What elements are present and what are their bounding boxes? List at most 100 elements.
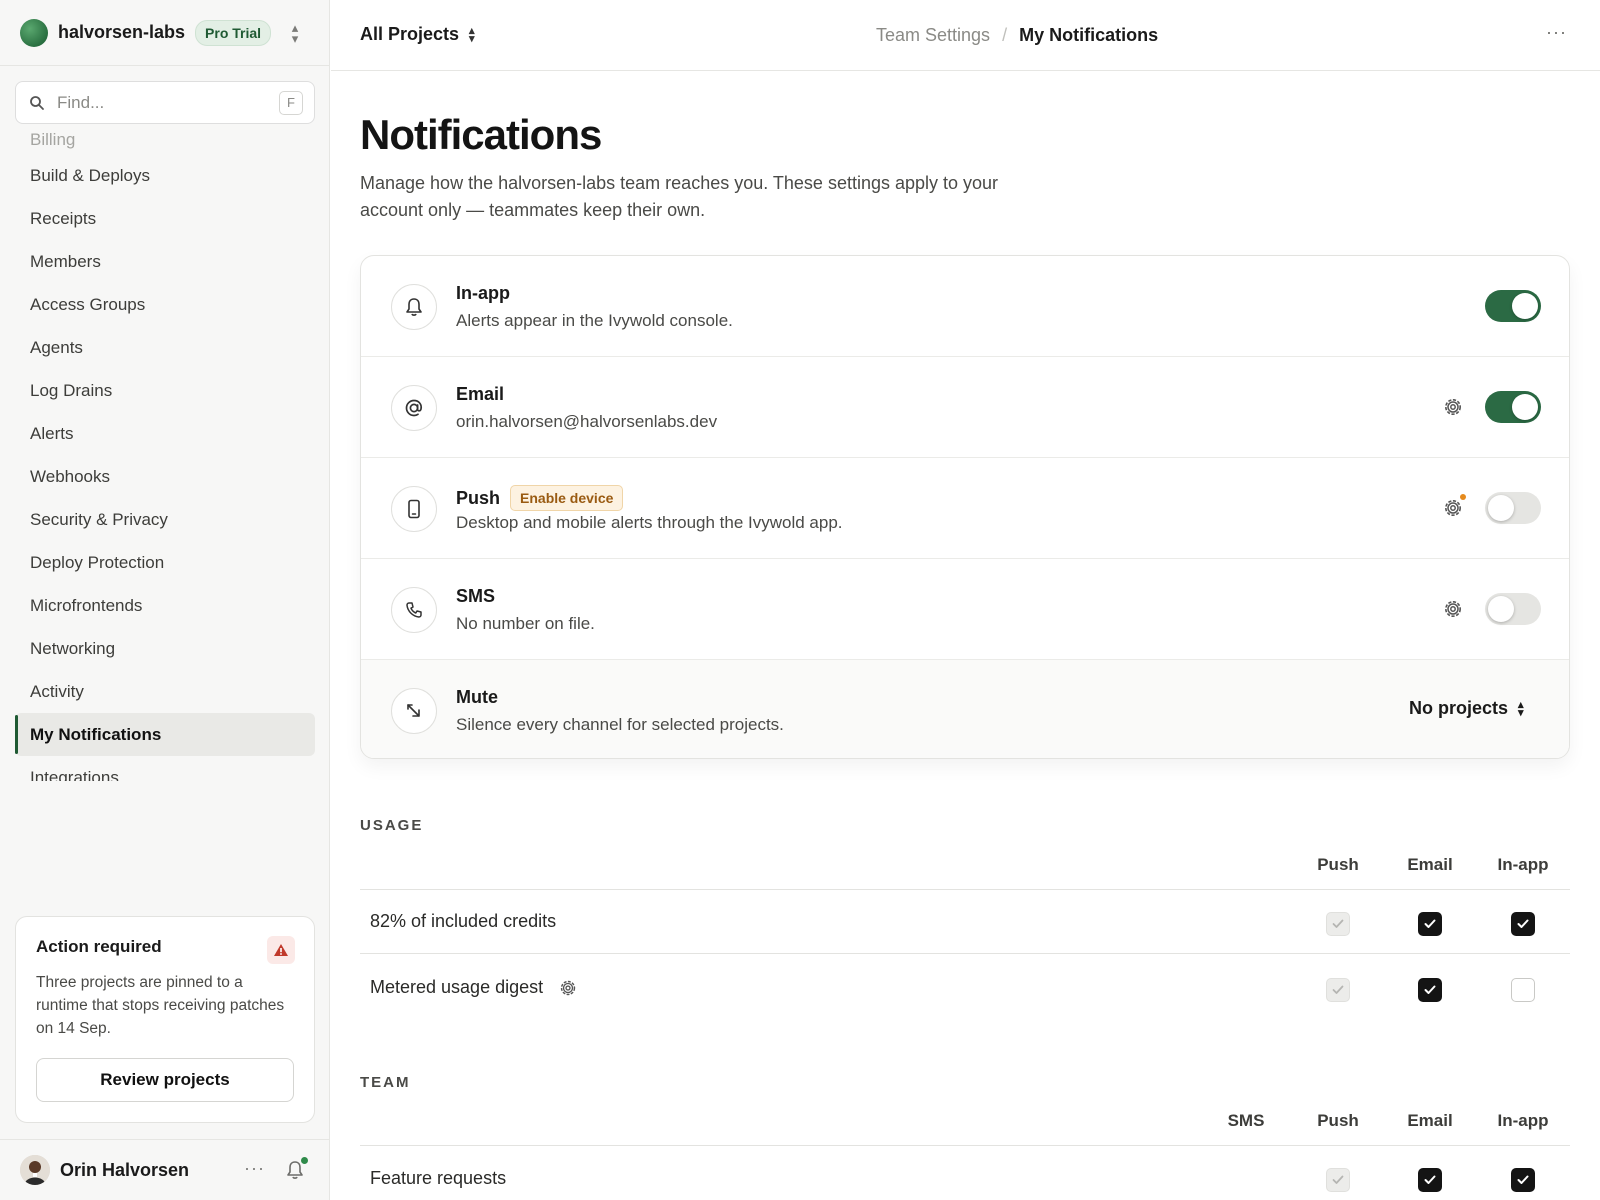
checkbox-disabled [1326, 912, 1350, 936]
channel-subtitle: Desktop and mobile alerts through the Iv… [456, 513, 843, 532]
team-row-label: Feature requests [370, 1168, 507, 1188]
bell-icon [391, 284, 437, 330]
checkbox-checked[interactable] [1418, 912, 1442, 936]
mute-projects-select[interactable]: No projects ▴ ▾ [1409, 698, 1524, 719]
search-input[interactable] [57, 92, 257, 113]
toggle-knob [1488, 596, 1514, 622]
usage-row-label: 82% of included credits [370, 911, 557, 931]
more-options-icon[interactable]: ··· [1546, 22, 1567, 43]
search-shortcut-key: F [279, 91, 303, 115]
push-toggle[interactable] [1485, 492, 1541, 524]
at-sign-icon [391, 385, 437, 431]
enable-device-badge[interactable]: Enable device [510, 485, 624, 511]
team-avatar [20, 18, 48, 47]
team-col-push: Push [1317, 1111, 1359, 1130]
sidebar-item-agents[interactable]: Agents [15, 326, 315, 369]
sidebar-item-security-privacy[interactable]: Security & Privacy [15, 498, 315, 541]
avatar [20, 1155, 50, 1185]
search-box[interactable]: F [15, 81, 315, 124]
gear-icon[interactable] [559, 979, 577, 997]
action-card-title: Action required [36, 937, 162, 956]
channel-subtitle: Alerts appear in the Ivywold console. [456, 311, 733, 330]
sidebar-item-integrations[interactable]: Integrations [15, 756, 315, 782]
email-toggle[interactable] [1485, 391, 1541, 423]
checkbox-checked[interactable] [1418, 978, 1442, 1002]
sidebar-nav: Billing Build & Deploys Receipts Members… [15, 126, 315, 781]
sidebar-item-activity[interactable]: Activity [15, 670, 315, 713]
mute-select-value: No projects [1409, 698, 1509, 718]
team-switcher[interactable]: halvorsen-labs Pro Trial ▴ ▾ [0, 0, 329, 66]
sidebar-item-build-deploys[interactable]: Build & Deploys [15, 154, 315, 197]
telephone-icon [391, 587, 437, 633]
sidebar-item-log-drains[interactable]: Log Drains [15, 369, 315, 412]
sms-toggle[interactable] [1485, 593, 1541, 625]
divider [360, 953, 1570, 954]
team-section-label: TEAM [360, 1074, 411, 1091]
channel-subtitle: No number on file. [456, 614, 595, 633]
breadcrumb-team-settings[interactable]: Team Settings [876, 25, 990, 46]
channel-title: In-app [456, 283, 510, 303]
channel-subtitle: Silence every channel for selected proje… [456, 715, 784, 734]
sidebar-item-webhooks[interactable]: Webhooks [15, 455, 315, 498]
divider [360, 889, 1570, 890]
usage-col-email: Email [1407, 855, 1453, 874]
usage-col-in-app: In-app [1497, 855, 1549, 874]
sidebar-item-members[interactable]: Members [15, 240, 315, 283]
project-selector-label: All Projects [360, 24, 460, 44]
toggle-knob [1512, 293, 1538, 319]
chevron-up-down-icon: ▴ ▾ [469, 24, 475, 45]
checkbox-disabled [1326, 1168, 1350, 1192]
warning-icon [267, 936, 295, 964]
sidebar-item-alerts[interactable]: Alerts [15, 412, 315, 455]
toggle-knob [1512, 394, 1538, 420]
plan-badge: Pro Trial [195, 19, 272, 46]
sidebar-item-deploy-protection[interactable]: Deploy Protection [15, 541, 315, 584]
gear-icon[interactable] [1443, 397, 1463, 417]
sidebar-item-billing[interactable]: Billing [15, 126, 315, 154]
chevron-up-down-icon[interactable]: ▴ ▾ [284, 21, 306, 45]
more-options-icon[interactable]: ··· [244, 1158, 265, 1179]
usage-row-label-wrap: Metered usage digest [370, 977, 577, 998]
channel-title: Mute [456, 687, 498, 707]
user-name: Orin Halvorsen [60, 1159, 190, 1180]
channels-card: In-app Alerts appear in the Ivywold cons… [360, 255, 1570, 759]
top-bar: All Projects ▴ ▾ Team Settings / My Notif… [331, 0, 1600, 71]
sidebar-item-receipts[interactable]: Receipts [15, 197, 315, 240]
team-name: halvorsen-labs [58, 22, 186, 42]
checkbox-checked[interactable] [1511, 1168, 1535, 1192]
checkbox-checked[interactable] [1418, 1168, 1442, 1192]
sidebar-item-my-notifications[interactable]: My Notifications [15, 713, 315, 756]
sidebar-item-microfrontends[interactable]: Microfrontends [15, 584, 315, 627]
channel-title: Email [456, 384, 505, 404]
page-description: Manage how the halvorsen-labs team reach… [360, 173, 999, 220]
channel-row-email: Email orin.halvorsen@halvorsenlabs.dev [361, 357, 1569, 458]
channel-row-mute: Mute Silence every channel for selected … [361, 660, 1569, 758]
breadcrumb-separator: / [1002, 25, 1008, 45]
gear-icon[interactable] [1443, 498, 1463, 518]
user-menu[interactable]: Orin Halvorsen ··· [0, 1139, 329, 1200]
team-col-in-app: In-app [1497, 1111, 1549, 1130]
breadcrumb-current: My Notifications [1019, 25, 1159, 45]
usage-row-label: Metered usage digest [370, 977, 544, 997]
toggle-knob [1488, 495, 1514, 521]
phone-icon [391, 486, 437, 532]
usage-section-label: USAGE [360, 817, 424, 834]
checkbox-unchecked[interactable] [1511, 978, 1535, 1002]
chevron-up-down-icon: ▴ ▾ [1518, 698, 1524, 719]
sidebar-item-access-groups[interactable]: Access Groups [15, 283, 315, 326]
team-col-email: Email [1407, 1111, 1453, 1130]
channel-row-push: Push Enable device Desktop and mobile al… [361, 458, 1569, 559]
sidebar: halvorsen-labs Pro Trial ▴▾ F Billing Bu… [0, 0, 330, 1200]
channel-title-text: Push [456, 487, 501, 508]
sidebar-item-networking[interactable]: Networking [15, 627, 315, 670]
checkbox-checked[interactable] [1511, 912, 1535, 936]
gear-icon[interactable] [1443, 599, 1463, 619]
review-projects-button[interactable]: Review projects [36, 1058, 294, 1102]
search-icon [30, 95, 44, 110]
usage-col-push: Push [1317, 855, 1359, 874]
in-app-toggle[interactable] [1485, 290, 1541, 322]
channel-title: SMS [456, 586, 496, 606]
action-card-text: Three projects are pinned to a runtime t… [36, 974, 285, 1037]
mute-arrow-icon [391, 688, 437, 734]
project-selector[interactable]: All Projects ▴ ▾ [360, 24, 475, 45]
